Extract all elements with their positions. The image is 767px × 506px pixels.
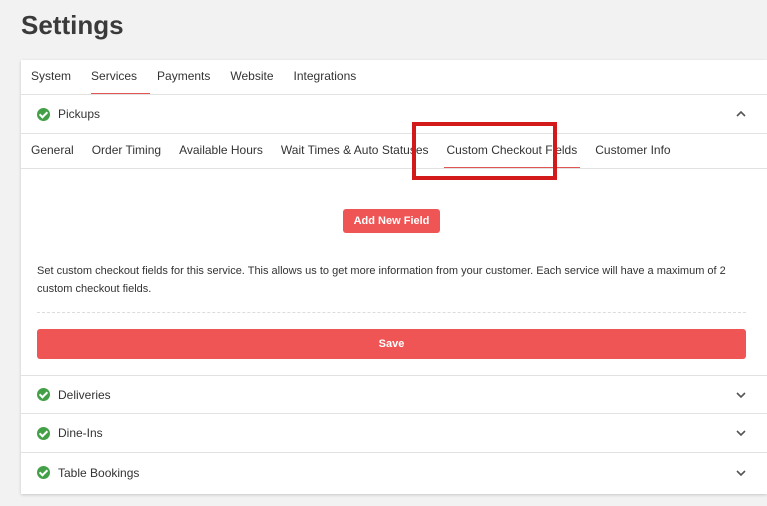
section-deliveries-label: Deliveries: [58, 387, 111, 402]
tab-integrations[interactable]: Integrations: [284, 60, 367, 95]
section-dine-ins-header[interactable]: Dine-Ins: [21, 414, 767, 453]
subtab-available-hours[interactable]: Available Hours: [170, 134, 272, 169]
chevron-down-icon[interactable]: [735, 389, 747, 401]
tab-website[interactable]: Website: [220, 60, 283, 95]
check-circle-icon: [37, 426, 50, 440]
subtab-order-timing[interactable]: Order Timing: [83, 134, 170, 169]
chevron-down-icon[interactable]: [735, 427, 747, 439]
check-circle-icon: [37, 466, 50, 479]
save-button[interactable]: Save: [37, 329, 746, 359]
top-tab-bar: System Services Payments Website Integra…: [21, 60, 767, 95]
section-pickups-label: Pickups: [58, 107, 101, 121]
check-circle-icon: [37, 107, 50, 121]
chevron-down-icon[interactable]: [735, 467, 747, 479]
section-table-bookings-header[interactable]: Table Bookings: [21, 453, 767, 492]
tab-payments[interactable]: Payments: [147, 60, 220, 95]
description-text: Set custom checkout fields for this serv…: [37, 265, 726, 295]
subtab-general[interactable]: General: [21, 134, 83, 169]
subtab-wait-times[interactable]: Wait Times & Auto Statuses: [272, 134, 438, 169]
subtab-customer-info[interactable]: Customer Info: [586, 134, 679, 169]
section-table-bookings-label: Table Bookings: [58, 465, 140, 480]
sub-tab-bar: General Order Timing Available Hours Wai…: [21, 122, 767, 180]
custom-checkout-content: Add New Field Set custom checkout fields…: [21, 169, 767, 375]
check-circle-icon: [37, 388, 50, 401]
tab-services[interactable]: Services: [81, 60, 151, 95]
section-dine-ins-label: Dine-Ins: [58, 426, 103, 440]
subtab-custom-checkout-fields[interactable]: Custom Checkout Fields: [438, 134, 587, 169]
divider: [37, 312, 746, 313]
section-deliveries-header[interactable]: Deliveries: [21, 375, 767, 414]
page-title: Settings: [21, 10, 124, 40]
tab-system[interactable]: System: [21, 60, 81, 95]
chevron-up-icon[interactable]: [735, 108, 747, 120]
section-pickups-header[interactable]: Pickups: [21, 95, 767, 134]
add-new-field-button[interactable]: Add New Field: [343, 209, 440, 233]
settings-card: System Services Payments Website Integra…: [21, 60, 767, 494]
